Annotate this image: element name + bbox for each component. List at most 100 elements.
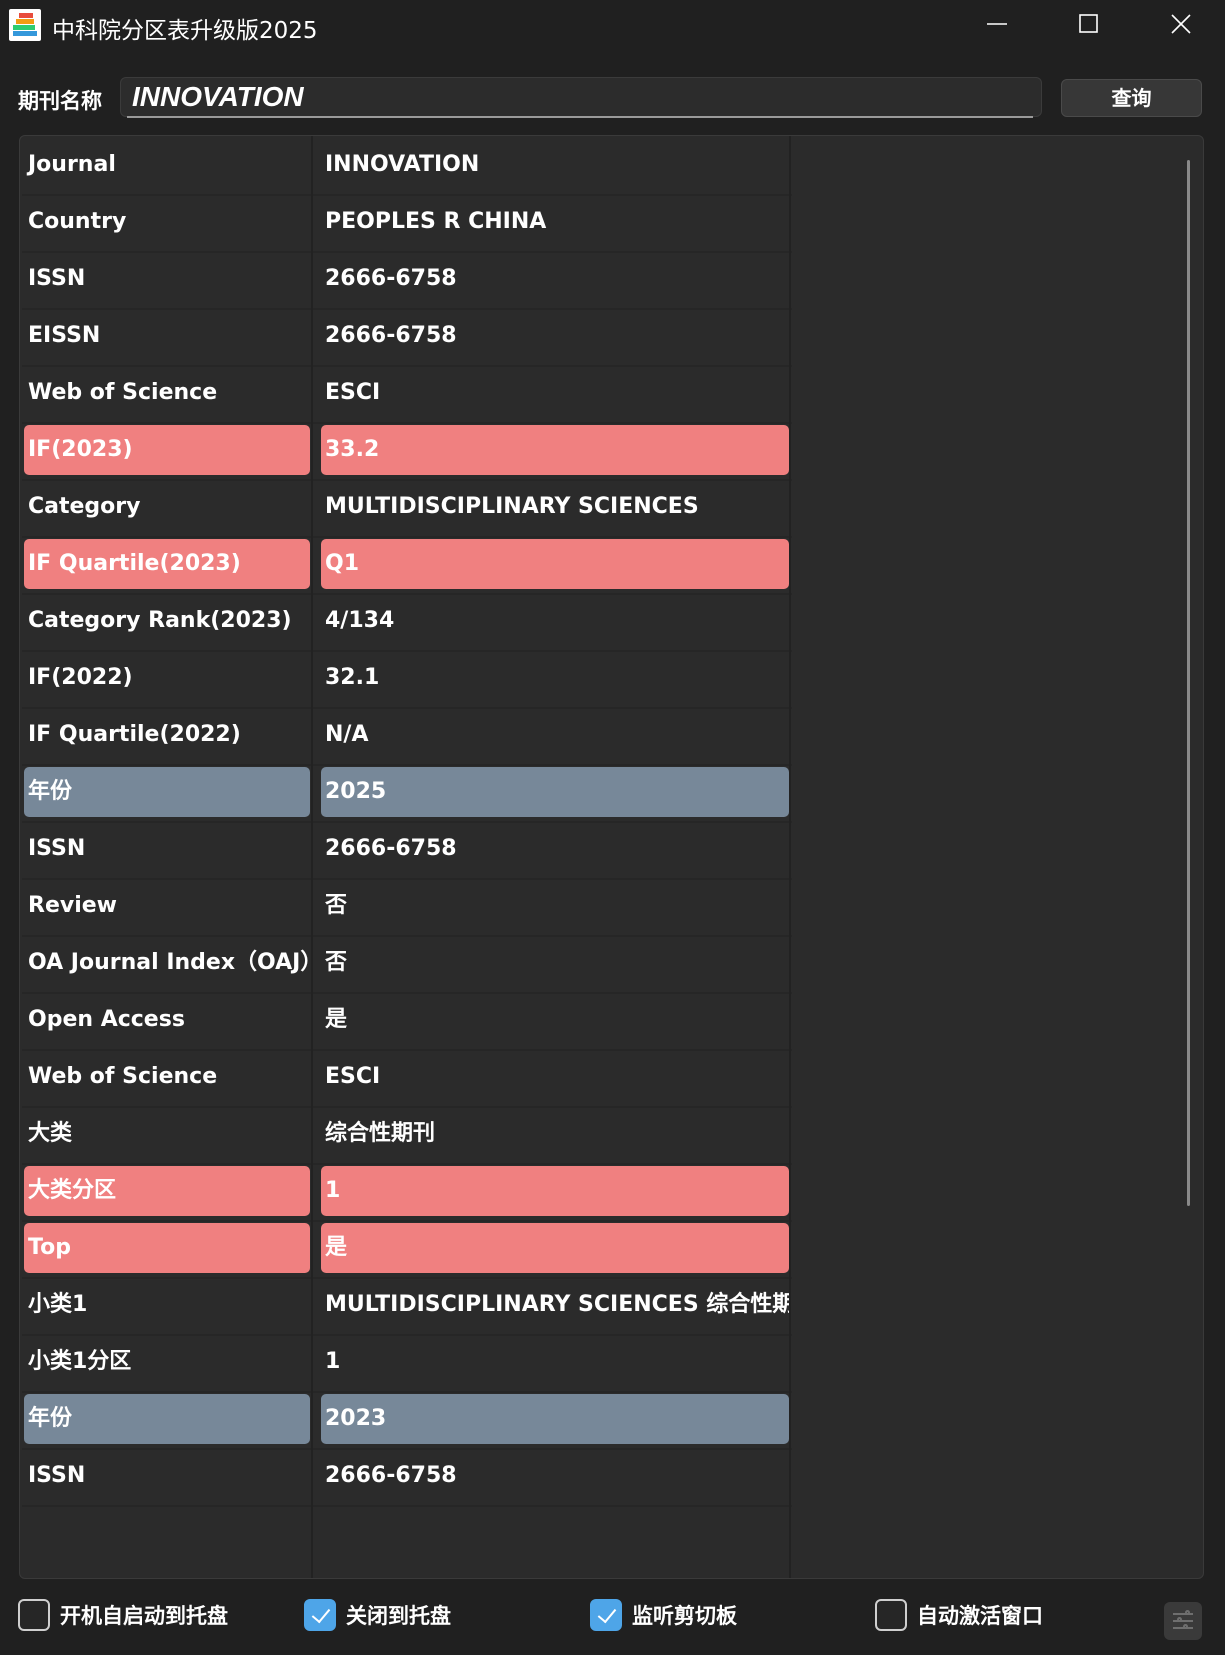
table-row: OA Journal Index（OAJ） 否 (22, 934, 792, 994)
field-name-cell: 年份 (24, 767, 310, 817)
table-row: 年份 2023 (22, 1390, 792, 1450)
field-value-cell: 32.1 (325, 665, 380, 690)
field-name-cell: Review (28, 893, 117, 918)
table-row: 大类分区 1 (22, 1162, 792, 1222)
maximize-icon (1079, 14, 1098, 33)
table-row: Category MULTIDISCIPLINARY SCIENCES (22, 478, 792, 538)
monitor-clipboard-option[interactable]: 监听剪切板 (590, 1598, 737, 1632)
table-row: Web of Science ESCI (22, 1048, 792, 1108)
field-value-cell: 否 (325, 893, 348, 918)
field-value-cell: MULTIDISCIPLINARY SCIENCES (325, 494, 699, 519)
table-row: ISSN 2666-6758 (22, 820, 792, 880)
field-value-cell: 是 (325, 1007, 348, 1032)
settings-button[interactable] (1164, 1602, 1202, 1640)
search-input-underline (127, 116, 1033, 118)
field-value-cell: ESCI (325, 1064, 381, 1089)
column-divider (789, 136, 791, 1578)
checkbox-checked-icon[interactable] (304, 1599, 336, 1631)
table-row: Journal INNOVATION (22, 136, 792, 196)
field-name-cell: ISSN (28, 266, 86, 291)
field-value-cell: 否 (325, 950, 348, 975)
query-button[interactable]: 查询 (1061, 79, 1202, 117)
field-value-cell: ESCI (325, 380, 381, 405)
table-row: 大类 综合性期刊 (22, 1105, 792, 1165)
field-name-cell: 大类 (28, 1121, 73, 1146)
field-name-cell: Top (24, 1223, 310, 1273)
table-row: IF Quartile(2022) N/A (22, 706, 792, 766)
field-name-cell: EISSN (28, 323, 101, 348)
table-row: Category Rank(2023) 4/134 (22, 592, 792, 652)
journal-name-label: 期刊名称 (18, 89, 102, 113)
field-value-cell: INNOVATION (325, 152, 480, 177)
field-value-cell: 2666-6758 (325, 323, 457, 348)
field-name-cell: ISSN (28, 836, 86, 861)
journal-search-input[interactable] (120, 77, 1042, 117)
field-value-cell: PEOPLES R CHINA (325, 209, 547, 234)
checkbox-checked-icon[interactable] (590, 1599, 622, 1631)
column-divider (311, 136, 313, 1578)
field-value-cell: 2666-6758 (325, 836, 457, 861)
field-name-cell: IF(2022) (28, 665, 133, 690)
table-row: 小类1 MULTIDISCIPLINARY SCIENCES 综合性期刊 (22, 1276, 792, 1336)
table-row: Top 是 (22, 1219, 792, 1279)
option-label: 开机自启动到托盘 (60, 1604, 228, 1628)
field-value-cell: 2666-6758 (325, 266, 457, 291)
field-name-cell: ISSN (28, 1463, 86, 1488)
close-button[interactable] (1135, 0, 1225, 50)
checkbox-unchecked-icon[interactable] (875, 1599, 907, 1631)
table-row: 年份 2025 (22, 763, 792, 823)
field-name-cell: Country (28, 209, 127, 234)
row-divider (22, 1505, 792, 1507)
vertical-scrollbar[interactable] (1187, 160, 1190, 1206)
title-bar: 中科院分区表升级版2025 (0, 0, 1225, 50)
field-value-cell: 1 (325, 1349, 341, 1374)
table-row: ISSN 2666-6758 (22, 250, 792, 310)
field-name-cell: 小类1 (28, 1292, 88, 1317)
table-row: Web of Science ESCI (22, 364, 792, 424)
field-value-cell: 2023 (321, 1394, 789, 1444)
field-value-cell: 是 (321, 1223, 789, 1273)
maximize-button[interactable] (1043, 0, 1135, 50)
field-value-cell: 4/134 (325, 608, 395, 633)
table-row: Review 否 (22, 877, 792, 937)
table-row: Country PEOPLES R CHINA (22, 193, 792, 253)
minimize-button[interactable] (951, 0, 1043, 50)
field-name-cell: IF(2023) (24, 425, 310, 475)
field-name-cell: Web of Science (28, 1064, 218, 1089)
field-value-cell: MULTIDISCIPLINARY SCIENCES 综合性期刊 (325, 1292, 789, 1317)
auto-activate-window-option[interactable]: 自动激活窗口 (875, 1598, 1043, 1632)
table-row: IF Quartile(2023) Q1 (22, 535, 792, 595)
option-label: 监听剪切板 (632, 1604, 737, 1628)
autostart-tray-option[interactable]: 开机自启动到托盘 (18, 1598, 228, 1632)
field-name-cell: OA Journal Index（OAJ） (28, 950, 310, 975)
field-name-cell: Open Access (28, 1007, 185, 1032)
field-value-cell: Q1 (321, 539, 789, 589)
field-name-cell: Journal (28, 152, 116, 177)
table-row: EISSN 2666-6758 (22, 307, 792, 367)
field-value-cell: 1 (321, 1166, 789, 1216)
field-name-cell: Web of Science (28, 380, 218, 405)
table-row: IF(2023) 33.2 (22, 421, 792, 481)
results-panel: Journal INNOVATION Country PEOPLES R CHINA I… (19, 135, 1204, 1579)
app-logo-icon (9, 9, 41, 41)
options-bar: 开机自启动到托盘 关闭到托盘 监听剪切板 自动激活窗口 (0, 1585, 1225, 1655)
field-value-cell: 2025 (321, 767, 789, 817)
field-value-cell: N/A (325, 722, 369, 747)
field-name-cell: 大类分区 (24, 1166, 310, 1216)
window-title: 中科院分区表升级版2025 (52, 18, 318, 44)
field-name-cell: Category (28, 494, 141, 519)
minimize-icon (987, 23, 1007, 25)
close-to-tray-option[interactable]: 关闭到托盘 (304, 1598, 451, 1632)
option-label: 关闭到托盘 (346, 1604, 451, 1628)
field-value-cell: 综合性期刊 (325, 1121, 436, 1146)
field-name-cell: IF Quartile(2023) (24, 539, 310, 589)
table-row: ISSN 2666-6758 (22, 1447, 792, 1507)
field-name-cell: Category Rank(2023) (28, 608, 292, 633)
field-name-cell: 年份 (24, 1394, 310, 1444)
field-name-cell: 小类1分区 (28, 1349, 132, 1374)
close-icon (1171, 14, 1191, 34)
checkbox-unchecked-icon[interactable] (18, 1599, 50, 1631)
field-value-cell: 2666-6758 (325, 1463, 457, 1488)
field-name-cell: IF Quartile(2022) (28, 722, 241, 747)
option-label: 自动激活窗口 (917, 1604, 1043, 1628)
